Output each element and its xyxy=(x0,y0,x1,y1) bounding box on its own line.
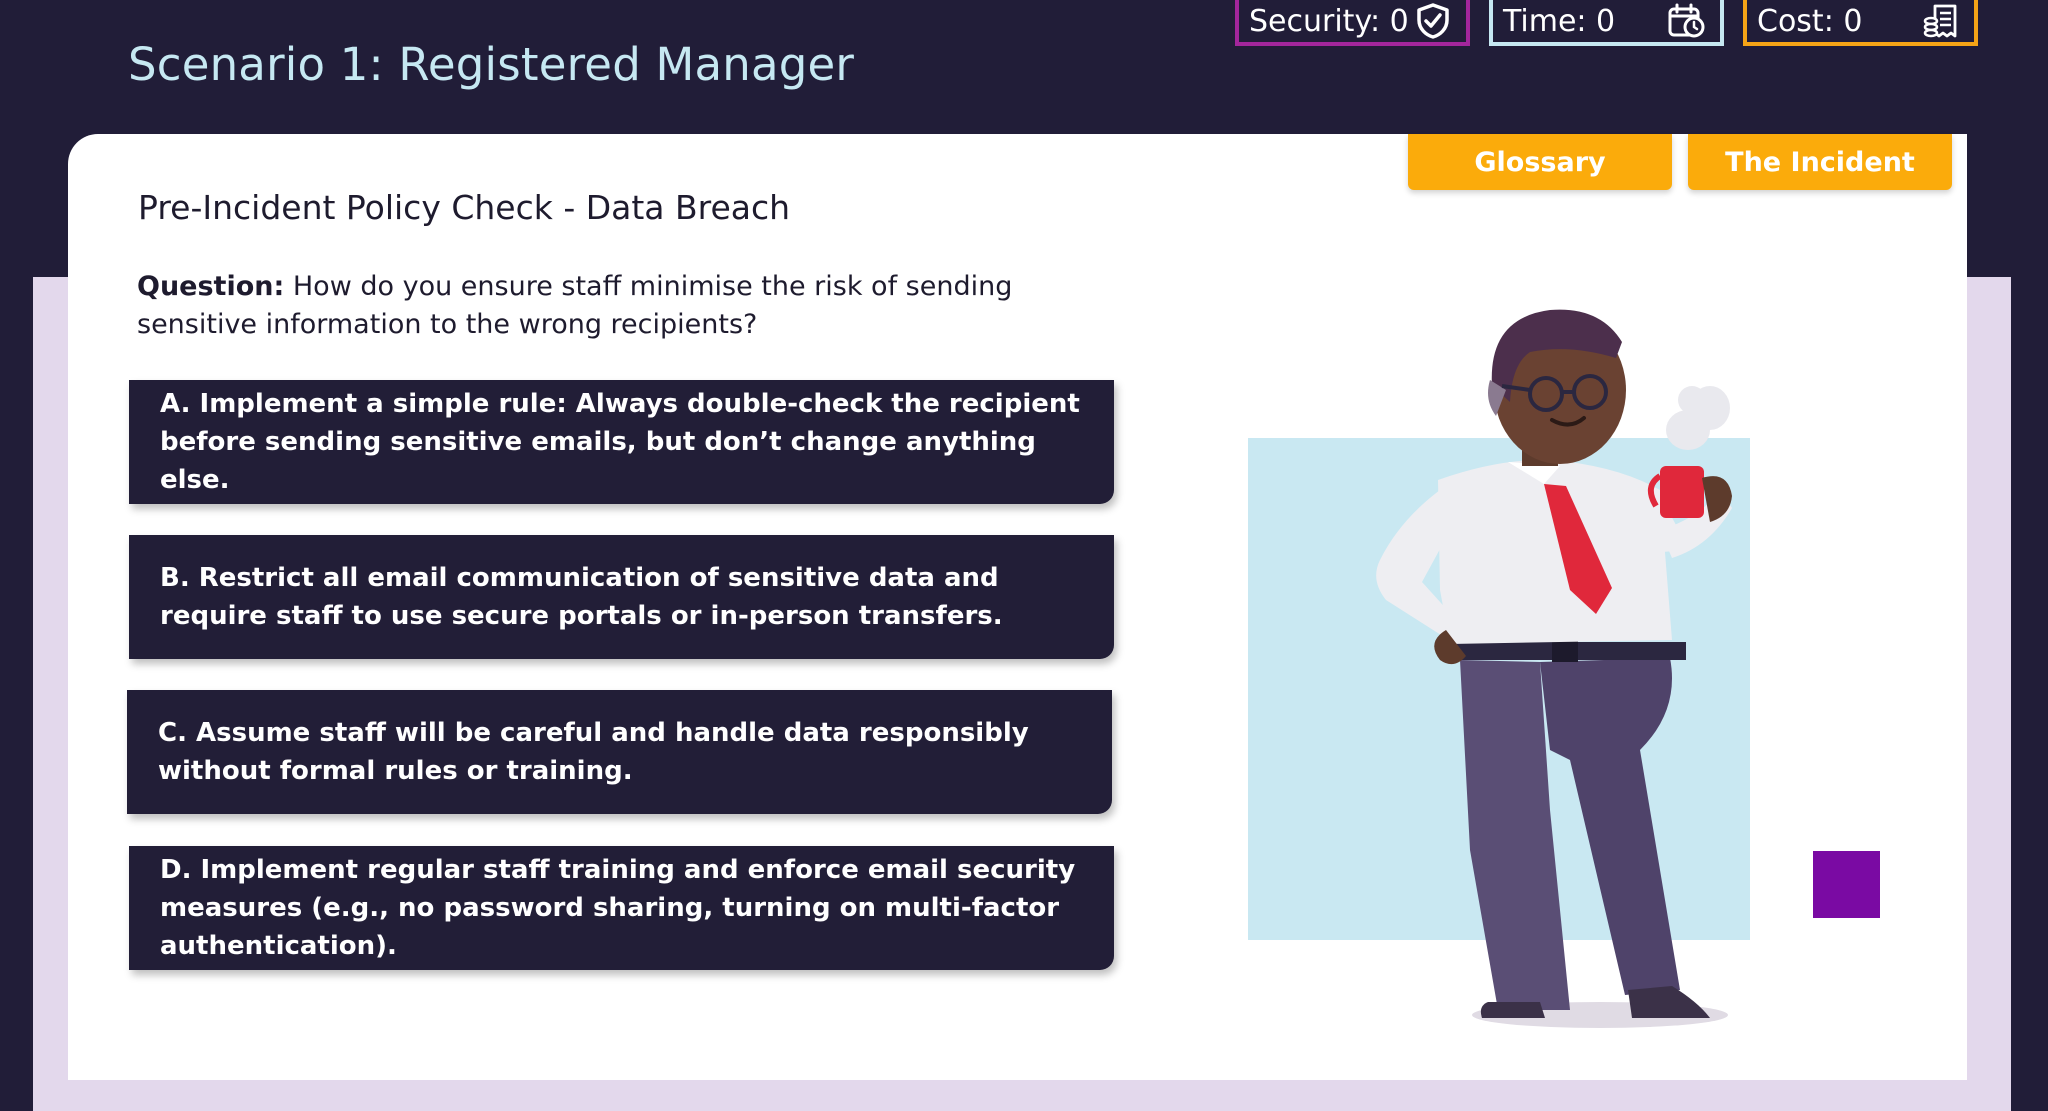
manager-with-coffee-illustration xyxy=(1240,290,1880,1050)
security-score-label: Security: 0 xyxy=(1249,3,1409,39)
question-text: Question: How do you ensure staff minimi… xyxy=(137,268,1097,344)
time-score-label: Time: 0 xyxy=(1503,3,1616,39)
answer-option-c-text: C. Assume staff will be careful and hand… xyxy=(158,718,1029,786)
cost-score: Cost: 0 xyxy=(1743,0,1978,46)
question-label: Question: xyxy=(137,271,285,302)
the-incident-tab[interactable]: The Incident xyxy=(1688,134,1952,190)
answer-option-b-text: B. Restrict all email communication of s… xyxy=(160,563,1003,631)
shield-check-icon xyxy=(1414,2,1452,40)
section-title: Pre-Incident Policy Check - Data Breach xyxy=(138,188,791,227)
decorative-square xyxy=(1813,851,1880,918)
answer-option-c[interactable]: C. Assume staff will be careful and hand… xyxy=(127,690,1112,814)
answer-option-d-text: D. Implement regular staff training and … xyxy=(160,855,1076,961)
answer-option-d[interactable]: D. Implement regular staff training and … xyxy=(129,846,1114,970)
receipt-coins-icon xyxy=(1922,2,1960,40)
time-score: Time: 0 xyxy=(1489,0,1724,46)
calendar-clock-icon xyxy=(1668,2,1706,40)
glossary-tab[interactable]: Glossary xyxy=(1408,134,1672,190)
answer-option-b[interactable]: B. Restrict all email communication of s… xyxy=(129,535,1114,659)
security-score: Security: 0 xyxy=(1235,0,1470,46)
answer-option-a-text: A. Implement a simple rule: Always doubl… xyxy=(160,389,1080,495)
answer-option-a[interactable]: A. Implement a simple rule: Always doubl… xyxy=(129,380,1114,504)
scenario-page: Scenario 1: Registered Manager Security:… xyxy=(0,0,2048,1111)
scenario-title: Scenario 1: Registered Manager xyxy=(128,38,855,91)
cost-score-label: Cost: 0 xyxy=(1757,3,1863,39)
